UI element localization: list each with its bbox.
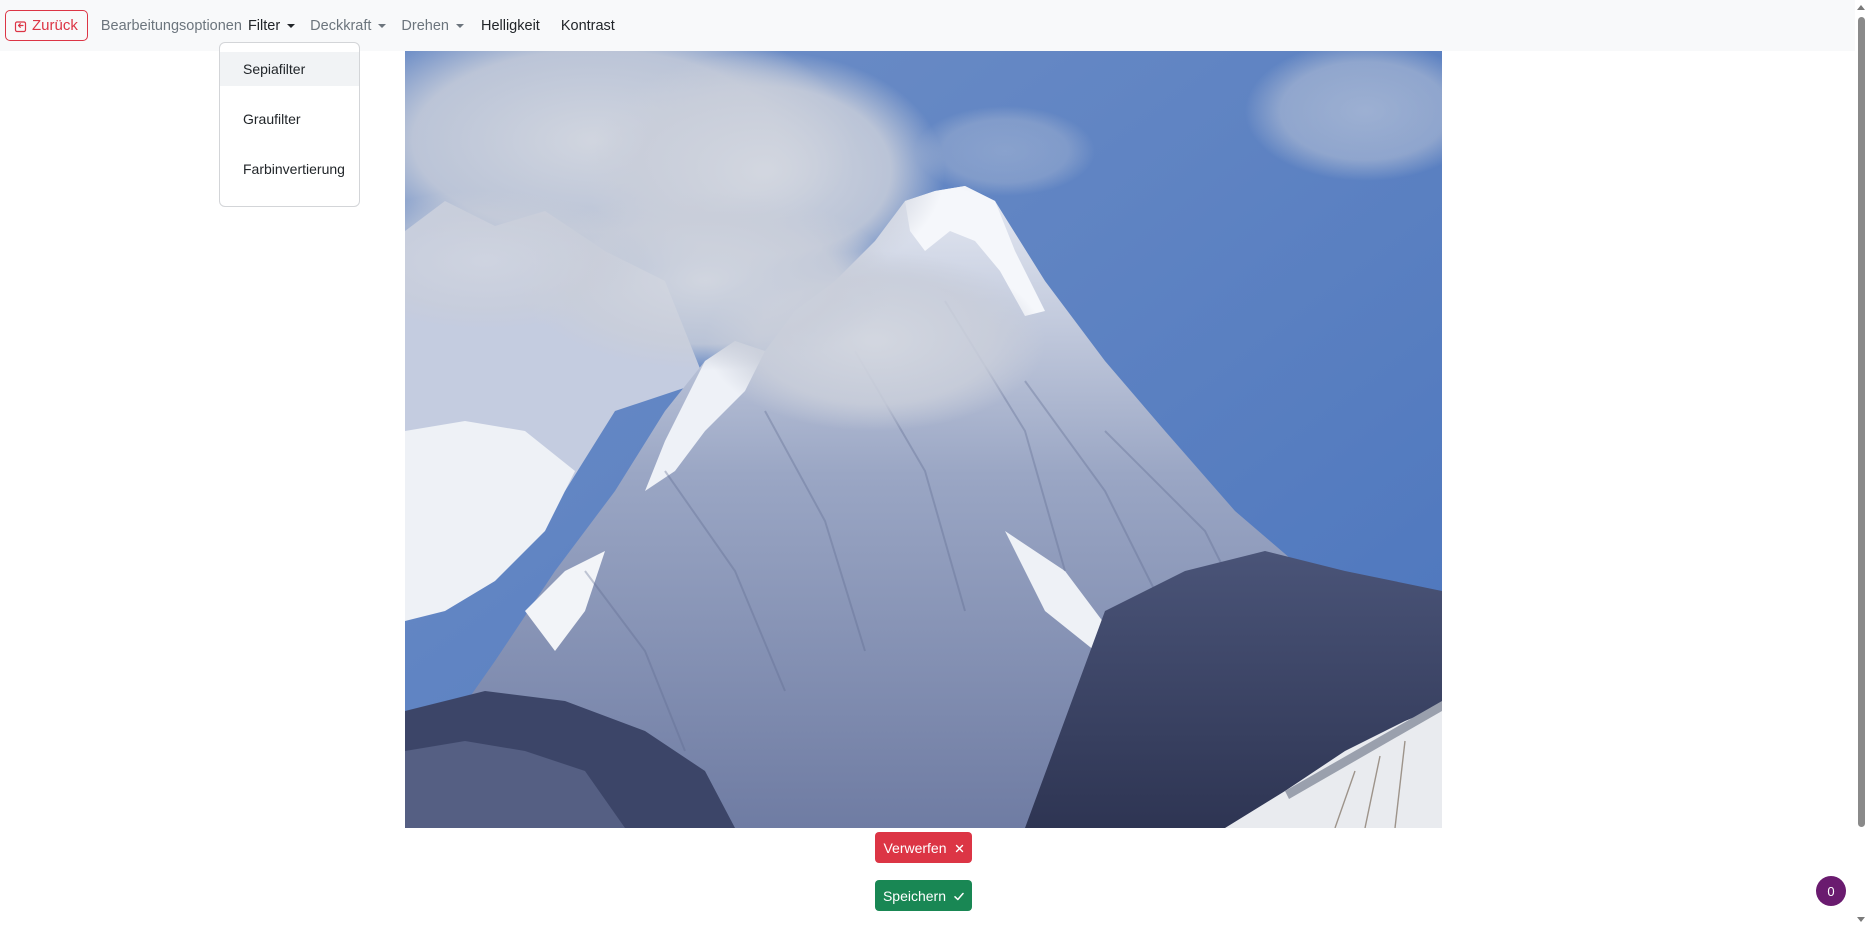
save-button[interactable]: Speichern bbox=[875, 880, 972, 911]
discard-button-label: Verwerfen bbox=[883, 839, 947, 856]
menu-deckkraft[interactable]: Deckkraft bbox=[310, 17, 387, 34]
scroll-down-icon[interactable] bbox=[1857, 917, 1865, 922]
filter-item-invert[interactable]: Farbinvertierung bbox=[220, 152, 359, 186]
filter-item-grayscale[interactable]: Graufilter bbox=[220, 102, 359, 136]
caret-down-icon bbox=[378, 24, 387, 28]
counter-badge[interactable]: 0 bbox=[1816, 876, 1846, 906]
edited-photo bbox=[405, 51, 1442, 828]
back-arrow-icon bbox=[14, 19, 28, 33]
filter-dropdown-menu: Sepiafilter Graufilter Farbinvertierung bbox=[219, 42, 360, 207]
page-scrollbar[interactable] bbox=[1855, 0, 1867, 926]
menu-kontrast-label: Kontrast bbox=[560, 17, 615, 34]
checkmark-icon bbox=[954, 888, 964, 904]
menu-filter-label: Filter bbox=[247, 17, 281, 34]
save-button-label: Speichern bbox=[882, 887, 947, 904]
editor-brand: Bearbeitungsoptionen bbox=[100, 17, 242, 34]
caret-down-icon bbox=[287, 24, 296, 28]
filter-item-sepia[interactable]: Sepiafilter bbox=[220, 52, 359, 86]
menu-deckkraft-label: Deckkraft bbox=[310, 17, 372, 34]
menu-drehen-label: Drehen bbox=[401, 17, 449, 34]
scroll-up-icon[interactable] bbox=[1857, 5, 1865, 10]
menu-helligkeit-label: Helligkeit bbox=[480, 17, 540, 34]
back-button-label: Zurück bbox=[32, 17, 78, 34]
menu-helligkeit[interactable]: Helligkeit bbox=[481, 18, 540, 34]
menu-kontrast[interactable]: Kontrast bbox=[561, 18, 615, 34]
back-button[interactable]: Zurück bbox=[5, 10, 88, 41]
menu-filter[interactable]: Filter bbox=[247, 17, 296, 34]
menu-drehen[interactable]: Drehen bbox=[401, 18, 464, 34]
discard-button[interactable]: Verwerfen bbox=[875, 832, 972, 863]
caret-down-icon bbox=[455, 24, 464, 28]
scrollbar-thumb[interactable] bbox=[1858, 17, 1865, 827]
close-icon bbox=[955, 840, 964, 856]
